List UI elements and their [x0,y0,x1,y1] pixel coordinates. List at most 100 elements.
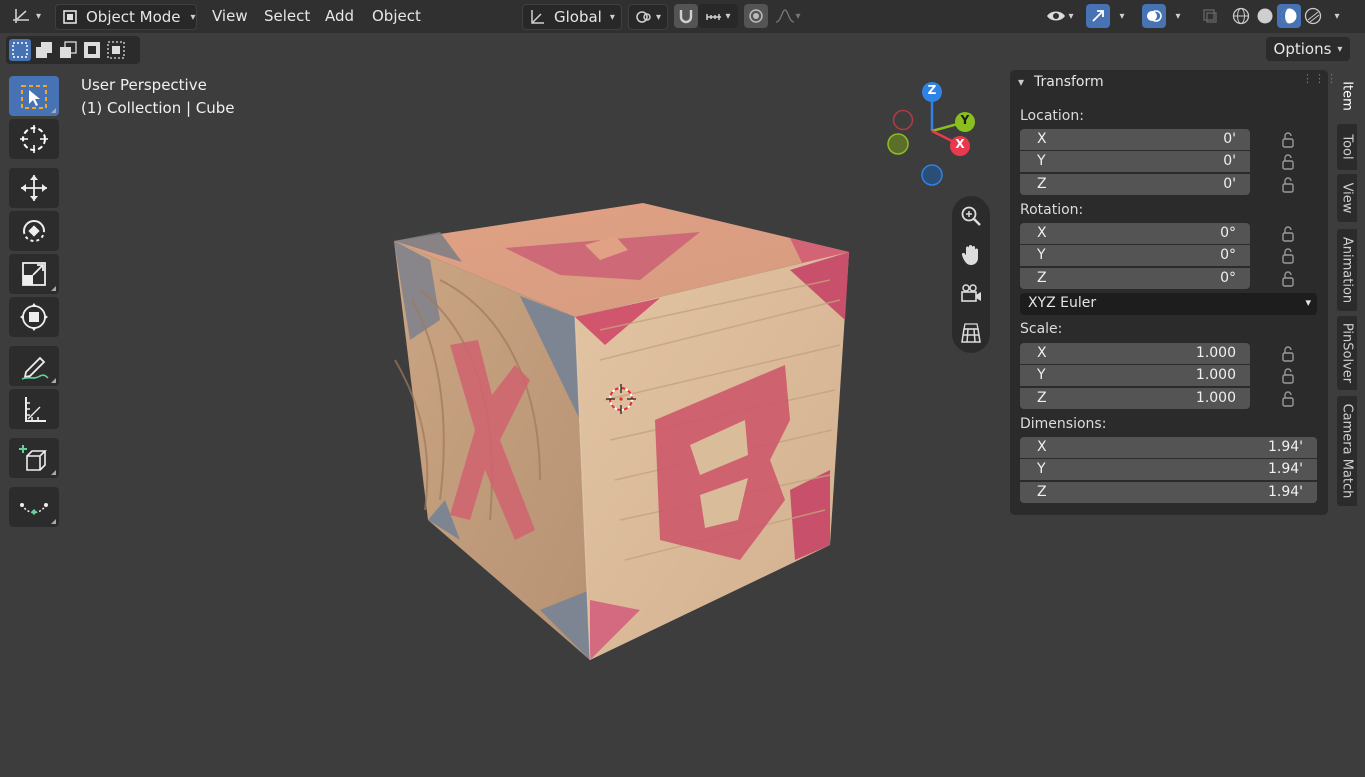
lock-scale-y-icon[interactable] [1281,368,1295,384]
measure-ruler-icon [25,397,46,422]
view-name: User Perspective [81,76,207,94]
menu-select[interactable]: Select [264,6,310,26]
lock-location-x-icon[interactable] [1281,132,1295,148]
gizmo-dropdown[interactable]: ▾ [1112,4,1132,28]
tool-cursor[interactable] [9,119,59,159]
tool-scale[interactable] [9,254,59,294]
proportional-edit-toggle[interactable] [744,4,768,28]
rotation-z-field[interactable]: Z 0° [1020,268,1250,289]
select-intersect-icon [107,41,125,59]
select-intersect-button[interactable] [105,39,127,61]
tab-view[interactable]: View [1337,174,1357,222]
shading-solid[interactable] [1253,4,1277,28]
dimensions-z-field[interactable]: Z 1.94' [1020,482,1317,503]
tool-move[interactable] [9,168,59,208]
scale-y-field[interactable]: Y 1.000 [1020,365,1250,386]
orientation-dropdown[interactable]: Global ▾ [522,4,622,30]
lock-location-y-icon[interactable] [1281,154,1295,170]
move-arrows-icon [21,175,47,201]
textured-cube[interactable] [380,190,870,680]
viewport-nav-buttons [952,196,990,353]
magnet-icon [679,10,693,24]
rotation-x-field[interactable]: X 0° [1020,223,1250,244]
lock-location-z-icon[interactable] [1281,177,1295,193]
pivot-dropdown[interactable]: ▾ [628,4,668,30]
proportional-icon [749,9,763,23]
shading-rendered[interactable] [1301,4,1325,28]
tab-pinsolver[interactable]: PinSolver [1337,316,1357,390]
rotation-mode-dropdown[interactable]: XYZ Euler ▾ [1020,293,1317,315]
location-y-field[interactable]: Y 0' [1020,151,1250,172]
select-subtract-button[interactable] [57,39,79,61]
xray-toggle[interactable] [1198,4,1222,28]
dimensions-label: Dimensions: [1020,416,1107,432]
dimensions-y-field[interactable]: Y 1.94' [1020,459,1317,480]
tool-annotate[interactable] [9,346,59,386]
xray-icon [1203,9,1217,23]
scale-x-field[interactable]: X 1.000 [1020,343,1250,364]
menu-add[interactable]: Add [325,6,354,26]
tool-rotate[interactable] [9,211,59,251]
lock-scale-x-icon[interactable] [1281,346,1295,362]
select-invert-button[interactable] [81,39,103,61]
tab-animation[interactable]: Animation [1337,229,1357,311]
menu-object[interactable]: Object [372,6,421,26]
3d-cursor[interactable] [604,382,638,416]
falloff-dropdown[interactable]: ▾ [768,4,808,28]
panel-collapse-arrow[interactable]: ▾ [1018,75,1024,89]
select-new-icon [12,42,28,58]
drag-handle-icon[interactable]: ⋮⋮⋮ [1302,72,1338,85]
camera-icon[interactable] [959,282,983,306]
snap-target-dropdown[interactable]: ▾ [698,4,738,28]
select-extend-button[interactable] [33,39,55,61]
tab-camera-match[interactable]: Camera Match [1337,396,1357,506]
orientation-label: Global [554,8,602,26]
options-dropdown[interactable]: Options ▾ [1266,37,1350,61]
shading-wireframe[interactable] [1229,4,1253,28]
lock-rotation-z-icon[interactable] [1281,271,1295,287]
blender-window: ▾ Object Mode ▾ View Select Add Object G… [0,0,1365,777]
transform-orientation-icon [531,10,544,24]
tab-tool[interactable]: Tool [1337,124,1357,170]
overlays-icon [1147,10,1162,22]
tool-measure[interactable] [9,389,59,429]
lock-rotation-x-icon[interactable] [1281,226,1295,242]
scale-z-field[interactable]: Z 1.000 [1020,388,1250,409]
selection-mode-group [6,36,140,64]
overlays-toggle[interactable] [1142,4,1166,28]
lock-scale-z-icon[interactable] [1281,391,1295,407]
shading-dropdown[interactable]: ▾ [1327,4,1347,28]
location-x-field[interactable]: X 0' [1020,129,1250,150]
gizmo-x-label: X [955,137,965,151]
editor-type-button[interactable]: ▾ [12,4,48,28]
lock-rotation-y-icon[interactable] [1281,248,1295,264]
select-box-icon [21,85,47,109]
tool-extra[interactable] [9,487,59,527]
dimensions-x-field[interactable]: X 1.94' [1020,437,1317,458]
visibility-dropdown[interactable]: ▾ [1040,4,1080,28]
zoom-icon[interactable] [959,204,983,228]
rotation-y-field[interactable]: Y 0° [1020,245,1250,266]
tool-transform[interactable] [9,297,59,337]
location-z-field[interactable]: Z 0' [1020,174,1250,195]
shading-material[interactable] [1277,4,1301,28]
transform-panel: ▾ Transform ⋮⋮⋮ Location: X 0' Y 0' Z 0' Ro… [1010,70,1337,515]
panel-title[interactable]: Transform [1034,74,1104,90]
grid-icon[interactable] [959,321,983,345]
select-new-button[interactable] [9,39,31,61]
options-label: Options [1273,40,1332,58]
hand-pan-icon[interactable] [959,243,983,267]
gizmo-y-label: Y [960,113,970,127]
gizmo-toggle[interactable] [1086,4,1110,28]
scale-label: Scale: [1020,321,1063,337]
overlays-dropdown[interactable]: ▾ [1168,4,1188,28]
snap-toggle[interactable] [674,4,698,28]
tool-select-box[interactable] [9,76,59,116]
mode-dropdown[interactable]: Object Mode ▾ [55,4,197,30]
menu-view[interactable]: View [212,6,248,26]
cursor-crosshair-icon [20,125,48,153]
object-mode-icon [63,10,77,24]
tab-item[interactable]: Item [1337,72,1357,120]
tool-add-cube[interactable] [9,438,59,478]
increment-icon [706,14,722,20]
